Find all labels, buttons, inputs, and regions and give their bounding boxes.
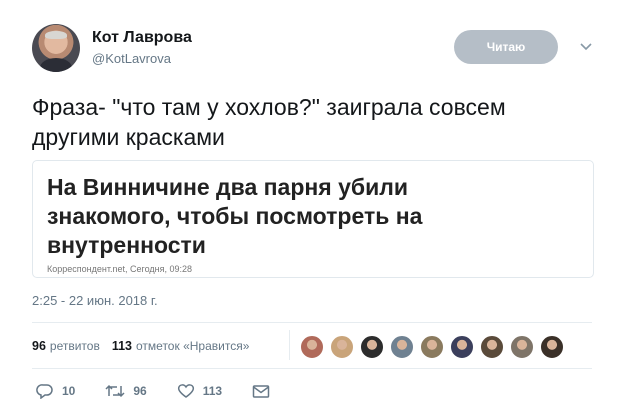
retweet-count: 96	[133, 384, 147, 398]
like-button[interactable]: 113	[177, 383, 222, 399]
liker-avatar[interactable]	[330, 335, 354, 359]
user-name[interactable]: Кот Лаврова	[92, 29, 192, 47]
dm-button[interactable]	[252, 383, 278, 399]
divider	[289, 330, 290, 360]
divider	[32, 368, 592, 369]
tweet-stats: 96 ретвитов 113 отметок «Нравится»	[32, 334, 261, 358]
retweet-button[interactable]: 96	[105, 383, 147, 399]
liker-avatar[interactable]	[510, 335, 534, 359]
media-card[interactable]: На Винничине два парня убили знакомого, …	[32, 160, 594, 278]
reply-button[interactable]: 10	[36, 383, 75, 399]
retweets-label: ретвитов	[49, 339, 100, 353]
liker-avatar[interactable]	[480, 335, 504, 359]
liker-avatar[interactable]	[300, 335, 324, 359]
card-headline: На Винничине два парня убили знакомого, …	[47, 173, 547, 260]
likes-count: 113	[111, 339, 133, 353]
likes-label: отметок «Нравится»	[136, 339, 250, 353]
tweet-text-line: другими красками	[32, 124, 225, 150]
liker-avatar[interactable]	[390, 335, 414, 359]
envelope-icon	[252, 385, 270, 398]
retweets-count: 96	[32, 339, 46, 353]
liker-avatar[interactable]	[360, 335, 384, 359]
card-source: Корреспондент.net, Сегодня, 09:28	[47, 264, 192, 274]
liker-avatar[interactable]	[420, 335, 444, 359]
liker-avatar[interactable]	[540, 335, 564, 359]
liker-avatars	[300, 335, 570, 359]
avatar[interactable]	[32, 24, 80, 72]
divider	[32, 322, 592, 323]
reply-count: 10	[62, 384, 76, 398]
tweet-actions: 10 96 113	[36, 383, 308, 399]
heart-icon	[177, 384, 194, 398]
retweet-icon	[105, 384, 125, 398]
tweet-header: Кот Лаврова @KotLavrova Читаю	[32, 24, 592, 74]
headline-line: На Винничине два парня убили	[47, 174, 408, 200]
tweet-text: Фраза- "что там у хохлов?" заиграла совс…	[32, 92, 602, 152]
headline-line: знакомого, чтобы посмотреть на	[47, 203, 423, 229]
following-button[interactable]: Читаю	[454, 30, 558, 64]
reply-icon	[36, 384, 53, 399]
likes-stat[interactable]: 113 отметок «Нравится»	[112, 339, 250, 353]
tweet-text-line: Фраза- "что там у хохлов?" заиграла совс…	[32, 94, 506, 120]
user-handle[interactable]: @KotLavrova	[92, 51, 171, 66]
liker-avatar[interactable]	[450, 335, 474, 359]
retweets-stat[interactable]: 96 ретвитов	[32, 339, 100, 353]
chevron-down-icon[interactable]	[578, 38, 594, 54]
like-count: 113	[202, 384, 223, 398]
headline-line: внутренности	[47, 232, 206, 258]
tweet-timestamp[interactable]: 2:25 - 22 июн. 2018 г.	[32, 293, 158, 308]
